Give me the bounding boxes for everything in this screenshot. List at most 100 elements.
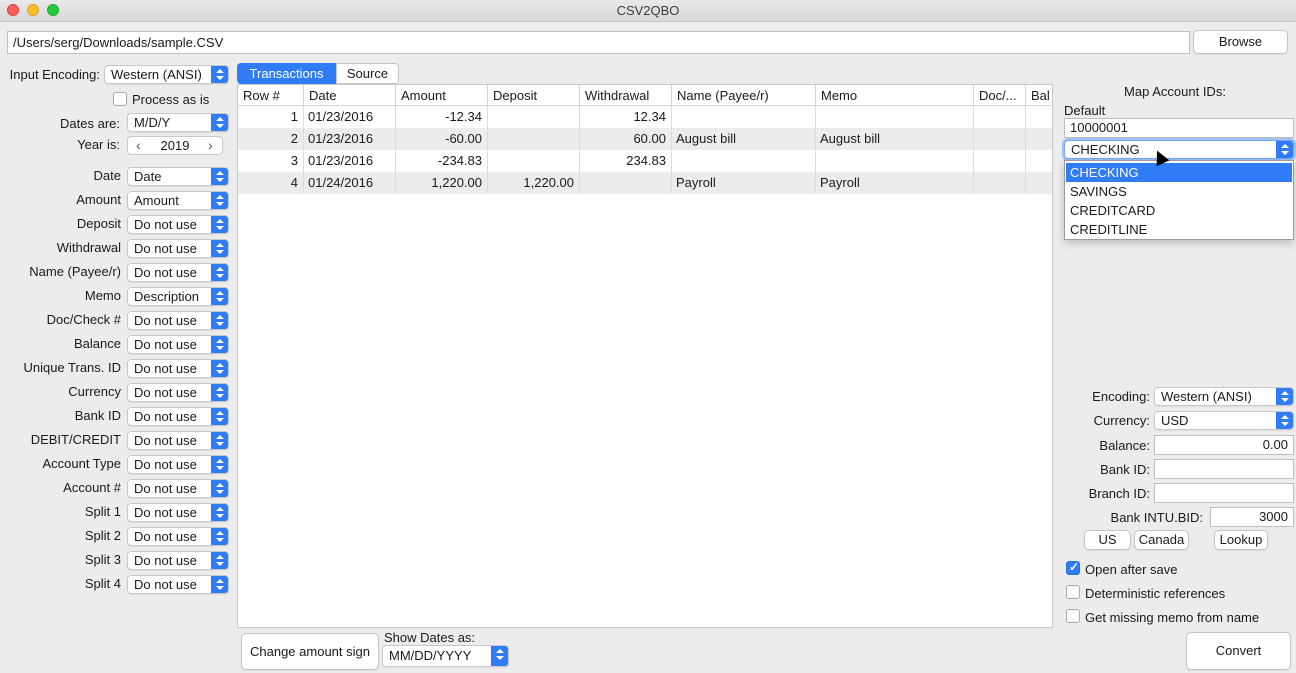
year-next-icon[interactable]: › bbox=[208, 137, 213, 154]
show-dates-value: MM/DD/YYYY bbox=[389, 648, 472, 663]
mapping-select[interactable]: Do not use bbox=[127, 239, 229, 258]
table-cell bbox=[672, 106, 816, 128]
column-header[interactable]: Row # bbox=[238, 85, 304, 106]
mapping-value: Amount bbox=[134, 193, 179, 208]
browse-button[interactable]: Browse bbox=[1193, 30, 1288, 54]
chevron-updown-icon bbox=[211, 360, 228, 377]
table-cell: 01/23/2016 bbox=[304, 128, 396, 150]
show-dates-select[interactable]: MM/DD/YYYY bbox=[382, 645, 509, 667]
window-title: CSV2QBO bbox=[616, 3, 680, 18]
column-header[interactable]: Withdrawal bbox=[580, 85, 672, 106]
mapping-label: Date bbox=[93, 168, 121, 183]
column-header[interactable]: Date bbox=[304, 85, 396, 106]
chevron-updown-icon bbox=[211, 192, 228, 209]
mapping-select[interactable]: Do not use bbox=[127, 215, 229, 234]
mapping-select[interactable]: Date bbox=[127, 167, 229, 186]
chevron-updown-icon bbox=[211, 336, 228, 353]
account-id-field[interactable]: 10000001 bbox=[1064, 118, 1294, 138]
convert-button[interactable]: Convert bbox=[1186, 632, 1291, 670]
mapping-select[interactable]: Do not use bbox=[127, 431, 229, 450]
mapping-select[interactable]: Amount bbox=[127, 191, 229, 210]
column-header[interactable]: Deposit bbox=[488, 85, 580, 106]
branch-id-field[interactable] bbox=[1154, 483, 1294, 503]
us-button[interactable]: US bbox=[1084, 530, 1131, 550]
mapping-select[interactable]: Do not use bbox=[127, 455, 229, 474]
chevron-updown-icon bbox=[211, 456, 228, 473]
table-cell bbox=[1026, 150, 1052, 172]
chevron-updown-icon bbox=[491, 646, 508, 666]
year-stepper[interactable]: ‹ 2019 › bbox=[127, 136, 223, 155]
change-amount-sign-button[interactable]: Change amount sign bbox=[241, 633, 379, 670]
bank-intu-bid-label: Bank INTU.BID: bbox=[1110, 510, 1203, 525]
mapping-select[interactable]: Do not use bbox=[127, 335, 229, 354]
input-encoding-select[interactable]: Western (ANSI) bbox=[104, 65, 229, 84]
zoom-window-button[interactable] bbox=[47, 4, 59, 16]
encoding-select[interactable]: Western (ANSI) bbox=[1154, 387, 1294, 406]
mapping-select[interactable]: Do not use bbox=[127, 503, 229, 522]
account-type-option[interactable]: CREDITLINE bbox=[1066, 220, 1292, 239]
dates-are-select[interactable]: M/D/Y bbox=[127, 113, 229, 132]
mapping-label: Amount bbox=[76, 192, 121, 207]
table-row[interactable]: 2 01/23/2016 -60.00 60.00 August bill August … bbox=[238, 128, 1052, 150]
mapping-select[interactable]: Do not use bbox=[127, 479, 229, 498]
table-cell: August bill bbox=[816, 128, 974, 150]
transactions-table[interactable]: Row # Date Amount Deposit Withdrawal Name (Pa… bbox=[237, 84, 1053, 628]
mapping-value: Description bbox=[134, 289, 200, 304]
close-window-button[interactable] bbox=[7, 4, 19, 16]
chevron-updown-icon bbox=[211, 408, 228, 425]
table-row[interactable]: 3 01/23/2016 -234.83 234.83 bbox=[238, 150, 1052, 172]
table-cell: 1,220.00 bbox=[488, 172, 580, 194]
mapping-select[interactable]: Do not use bbox=[127, 575, 229, 594]
mapping-select[interactable]: Do not use bbox=[127, 383, 229, 402]
canada-button[interactable]: Canada bbox=[1134, 530, 1189, 550]
column-header[interactable]: Name (Payee/r) bbox=[672, 85, 816, 106]
account-type-select[interactable]: CHECKING bbox=[1064, 140, 1294, 159]
minimize-window-button[interactable] bbox=[27, 4, 39, 16]
mapping-select[interactable]: Do not use bbox=[127, 407, 229, 426]
mapping-select[interactable]: Do not use bbox=[127, 311, 229, 330]
default-label: Default bbox=[1064, 103, 1106, 118]
mapping-value: Do not use bbox=[134, 385, 197, 400]
tab-source[interactable]: Source bbox=[336, 63, 399, 84]
lookup-button[interactable]: Lookup bbox=[1214, 530, 1268, 550]
column-header[interactable]: Bal bbox=[1026, 85, 1052, 106]
chevron-updown-icon bbox=[1276, 412, 1293, 429]
balance-label: Balance: bbox=[1099, 438, 1150, 453]
deterministic-references-checkbox[interactable] bbox=[1066, 585, 1080, 599]
bank-id-field[interactable] bbox=[1154, 459, 1294, 479]
mapping-label: Bank ID bbox=[74, 408, 121, 423]
column-header[interactable]: Memo bbox=[816, 85, 974, 106]
table-cell: 2 bbox=[238, 128, 304, 150]
file-path-field[interactable]: /Users/serg/Downloads/sample.CSV bbox=[7, 31, 1190, 54]
table-cell bbox=[974, 128, 1026, 150]
mapping-select[interactable]: Do not use bbox=[127, 527, 229, 546]
chevron-updown-icon bbox=[211, 312, 228, 329]
table-cell bbox=[974, 106, 1026, 128]
account-type-option[interactable]: CHECKING bbox=[1066, 163, 1292, 182]
mapping-label: Account # bbox=[63, 480, 121, 495]
mapping-select[interactable]: Do not use bbox=[127, 263, 229, 282]
balance-field[interactable]: 0.00 bbox=[1154, 435, 1294, 455]
column-header[interactable]: Amount bbox=[396, 85, 488, 106]
currency-select[interactable]: USD bbox=[1154, 411, 1294, 430]
missing-memo-checkbox[interactable] bbox=[1066, 609, 1080, 623]
mapping-select[interactable]: Do not use bbox=[127, 359, 229, 378]
mapping-value: Do not use bbox=[134, 241, 197, 256]
account-type-option[interactable]: CREDITCARD bbox=[1066, 201, 1292, 220]
account-type-option[interactable]: SAVINGS bbox=[1066, 182, 1292, 201]
mapping-select[interactable]: Do not use bbox=[127, 551, 229, 570]
bank-intu-bid-field[interactable]: 3000 bbox=[1210, 507, 1294, 527]
open-after-save-checkbox[interactable] bbox=[1066, 560, 1080, 575]
table-row[interactable]: 1 01/23/2016 -12.34 12.34 bbox=[238, 106, 1052, 128]
column-header[interactable]: Doc/... bbox=[974, 85, 1026, 106]
mapping-value: Do not use bbox=[134, 337, 197, 352]
tab-transactions[interactable]: Transactions bbox=[237, 63, 336, 84]
chevron-updown-icon bbox=[211, 168, 228, 185]
process-as-is-checkbox[interactable] bbox=[113, 92, 127, 106]
table-cell bbox=[1026, 106, 1052, 128]
mapping-value: Do not use bbox=[134, 313, 197, 328]
account-type-dropdown-list[interactable]: CHECKING SAVINGS CREDITCARD CREDITLINE bbox=[1064, 160, 1294, 240]
table-row[interactable]: 4 01/24/2016 1,220.00 1,220.00 Payroll Payrol… bbox=[238, 172, 1052, 194]
mapping-value: Do not use bbox=[134, 505, 197, 520]
mapping-select[interactable]: Description bbox=[127, 287, 229, 306]
